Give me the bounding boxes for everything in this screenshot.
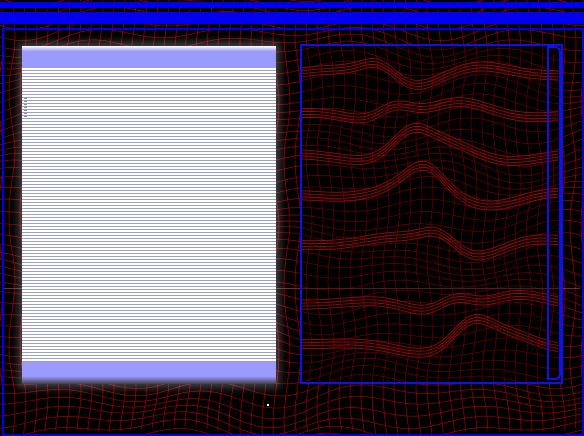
top-menu-bar[interactable] (0, 12, 584, 24)
cursor-dot (267, 404, 269, 406)
right-panel-scrollbar[interactable] (547, 46, 561, 380)
left-panel-header (22, 46, 276, 68)
right-preview-panel[interactable] (300, 44, 563, 384)
left-panel-footer (22, 362, 276, 384)
left-list-panel[interactable] (22, 46, 276, 384)
left-panel-row-marker (24, 98, 27, 118)
top-title-bar (0, 2, 584, 8)
left-panel-list[interactable] (22, 68, 276, 362)
